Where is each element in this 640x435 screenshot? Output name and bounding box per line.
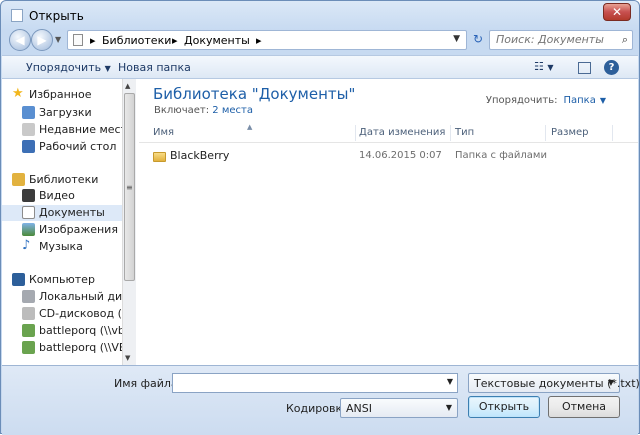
sidebar-item-recent-places[interactable]: Недавние места [2, 122, 122, 138]
sort-ascending-icon: ▲ [247, 123, 253, 131]
preview-pane-icon[interactable] [578, 62, 591, 74]
breadcrumb-documents[interactable]: Документы [184, 34, 250, 47]
sidebar-item-video[interactable]: Видео [2, 188, 122, 204]
file-type-select[interactable]: Текстовые документы (*.txt) ▼ [468, 373, 640, 393]
back-button[interactable]: ◀ [9, 29, 31, 51]
library-includes: Включает: 2 места [154, 105, 253, 116]
breadcrumb-arrow-icon[interactable]: ▸ [172, 34, 178, 47]
sidebar-item-images[interactable]: Изображения [2, 222, 122, 238]
includes-locations-link[interactable]: 2 места [212, 105, 253, 116]
new-folder-button[interactable]: Новая папка [118, 61, 191, 74]
downloads-icon [22, 106, 35, 119]
help-icon[interactable]: ? [604, 60, 619, 75]
music-icon: ♪ [22, 238, 31, 253]
chevron-down-icon: ▼ [104, 64, 111, 73]
library-title: Библиотека "Документы" [153, 85, 356, 103]
search-icon[interactable]: ⌕ [622, 33, 628, 47]
filename-input[interactable] [173, 374, 457, 392]
column-type[interactable]: Тип [455, 127, 474, 143]
organize-label: Упорядочить [26, 61, 102, 74]
forward-button[interactable]: ▶ [31, 29, 53, 51]
refresh-icon[interactable]: ↻ [469, 30, 487, 50]
file-list-pane: Библиотека "Документы" Включает: 2 места… [139, 79, 638, 365]
column-divider[interactable] [612, 125, 613, 141]
encoding-select[interactable]: ANSI ▼ [340, 398, 458, 418]
grip-icon: ≡ [126, 183, 133, 192]
chevron-down-icon: ▼ [607, 378, 614, 387]
video-icon [22, 189, 35, 202]
arrange-by: Упорядочить: Папка ▼ [486, 95, 606, 106]
images-icon [22, 223, 35, 236]
star-icon: ★ [12, 86, 24, 101]
column-divider[interactable] [450, 125, 451, 141]
includes-label: Включает: [154, 105, 210, 116]
column-divider[interactable] [355, 125, 356, 141]
sidebar-group-computer[interactable]: Компьютер [2, 272, 122, 288]
sidebar-item-music[interactable]: ♪ Музыка [2, 239, 122, 255]
encoding-value: ANSI [346, 402, 372, 415]
recent-places-icon [22, 123, 35, 136]
libraries-icon [12, 173, 25, 186]
sidebar-group-libraries[interactable]: Библиотеки [2, 172, 122, 188]
organize-button[interactable]: Упорядочить ▼ [26, 61, 111, 74]
computer-icon [12, 273, 25, 286]
column-date-modified[interactable]: Дата изменения [359, 127, 445, 143]
desktop-icon [22, 140, 35, 153]
sidebar-item-downloads[interactable]: Загрузки [2, 105, 122, 121]
arrange-by-value[interactable]: Папка [563, 95, 595, 106]
file-row[interactable]: BlackBerry 14.06.2015 0:07 Папка с файла… [139, 149, 638, 165]
scroll-up-icon[interactable]: ▲ [125, 82, 130, 90]
breadcrumb-arrow-icon[interactable]: ▸ [256, 34, 262, 47]
address-bar[interactable]: ▸ Библиотеки ▸ Документы ▸ ▼ [67, 30, 467, 50]
column-header: ▲ Имя Дата изменения Тип Размер [139, 123, 638, 143]
title-bar: Открыть ✕ [1, 1, 639, 29]
cancel-button[interactable]: Отмена [548, 396, 620, 418]
column-divider[interactable] [545, 125, 546, 141]
chevron-down-icon: ▼ [445, 403, 452, 412]
address-dropdown-icon[interactable]: ▼ [453, 34, 460, 44]
command-bar: Упорядочить ▼ Новая папка ☷ ▼ ? [2, 55, 638, 79]
scroll-down-icon[interactable]: ▼ [125, 354, 130, 362]
file-type: Папка с файлами [455, 150, 547, 161]
column-size[interactable]: Размер [551, 127, 589, 143]
content-area: ★ Избранное Загрузки Недавние места Рабо… [2, 79, 638, 365]
views-icon[interactable]: ☷ ▼ [534, 60, 564, 74]
breadcrumb-arrow-icon[interactable]: ▸ [90, 34, 96, 47]
local-disk-icon [22, 290, 35, 303]
documents-icon [22, 206, 35, 219]
open-file-dialog: Открыть ✕ ◀ ▶ ▼ ▸ Библиотеки ▸ Документы… [0, 0, 640, 435]
navigation-bar: ◀ ▶ ▼ ▸ Библиотеки ▸ Документы ▸ ▼ ↻ ⌕ [7, 29, 633, 51]
navigation-scrollbar[interactable]: ▲ ≡ ▼ [122, 79, 136, 365]
cd-drive-icon [22, 307, 35, 320]
chevron-down-icon[interactable]: ▼ [447, 377, 453, 386]
recent-pages-dropdown-icon[interactable]: ▼ [55, 35, 61, 44]
arrange-by-label: Упорядочить: [485, 95, 558, 106]
chevron-down-icon[interactable]: ▼ [600, 96, 606, 105]
sidebar-item-desktop[interactable]: Рабочий стол [2, 139, 122, 155]
library-icon [73, 34, 83, 46]
sidebar-item-documents[interactable]: Документы [2, 205, 122, 221]
filename-field[interactable]: ▼ [172, 373, 458, 393]
navigation-pane: ★ Избранное Загрузки Недавние места Рабо… [2, 79, 122, 365]
close-button[interactable]: ✕ [603, 3, 631, 21]
file-type-value: Текстовые документы (*.txt) [474, 377, 640, 390]
network-drive-icon [22, 341, 35, 354]
folder-icon [153, 152, 166, 162]
window-title: Открыть [29, 9, 84, 23]
column-name[interactable]: Имя [153, 127, 174, 143]
dialog-footer: Имя файла: ▼ Текстовые документы (*.txt)… [2, 365, 640, 435]
sidebar-item-local-disk[interactable]: Локальный диск [2, 289, 122, 305]
open-button[interactable]: Открыть [468, 396, 540, 418]
sidebar-item-cd-drive[interactable]: CD-дисковод (D: [2, 306, 122, 322]
breadcrumb-libraries[interactable]: Библиотеки [102, 34, 171, 47]
file-date-modified: 14.06.2015 0:07 [359, 150, 442, 161]
sidebar-item-network-drive-1[interactable]: battleporq (\\vbc [2, 323, 122, 339]
sidebar-item-network-drive-2[interactable]: battleporq (\\VB( [2, 340, 122, 356]
notepad-icon [11, 9, 23, 22]
search-box[interactable]: ⌕ [489, 30, 633, 50]
network-drive-icon [22, 324, 35, 337]
sidebar-group-favorites[interactable]: ★ Избранное [2, 87, 122, 103]
file-name: BlackBerry [170, 149, 230, 162]
search-input[interactable] [496, 33, 606, 46]
